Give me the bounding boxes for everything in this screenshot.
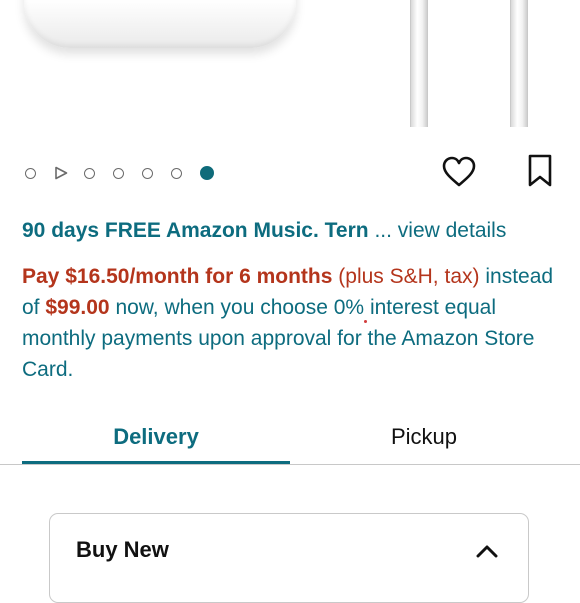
amazon-music-promo: 90 days FREE Amazon Music. Tern ... view… (22, 219, 506, 243)
plus-sh-tax: (plus S&H, tax) (338, 265, 480, 288)
tab-delivery[interactable]: Delivery (22, 412, 290, 462)
monthly-amount: $16.50/month for 6 months (65, 265, 333, 288)
airpod-stem-right (510, 0, 528, 127)
chevron-up-icon[interactable] (476, 544, 498, 558)
installment-offer: Pay $16.50/month for 6 months (plus S&H,… (22, 261, 562, 385)
heart-icon[interactable] (442, 156, 476, 188)
view-details-link[interactable]: ... view details (374, 219, 506, 242)
stray-mark (364, 320, 367, 323)
buy-new-title: Buy New (76, 537, 169, 562)
promo-text: 90 days FREE Amazon Music. Tern (22, 219, 369, 242)
carousel-dot[interactable] (113, 167, 124, 179)
full-price: $99.00 (45, 296, 110, 319)
carousel-dot[interactable] (84, 167, 95, 179)
tab-pickup[interactable]: Pickup (290, 412, 558, 462)
carousel-dot[interactable] (25, 167, 36, 179)
bookmark-icon[interactable] (527, 154, 553, 188)
product-image[interactable] (0, 0, 580, 130)
image-carousel-indicators (25, 164, 232, 182)
carousel-dot[interactable] (171, 167, 182, 179)
video-play-icon[interactable] (54, 166, 68, 180)
carousel-dot[interactable] (142, 167, 153, 179)
tabs-divider (0, 464, 580, 465)
airpod-stem-left (410, 0, 428, 127)
airpods-case (24, 0, 296, 48)
carousel-dot-active[interactable] (200, 166, 214, 180)
pay-label: Pay (22, 265, 60, 288)
